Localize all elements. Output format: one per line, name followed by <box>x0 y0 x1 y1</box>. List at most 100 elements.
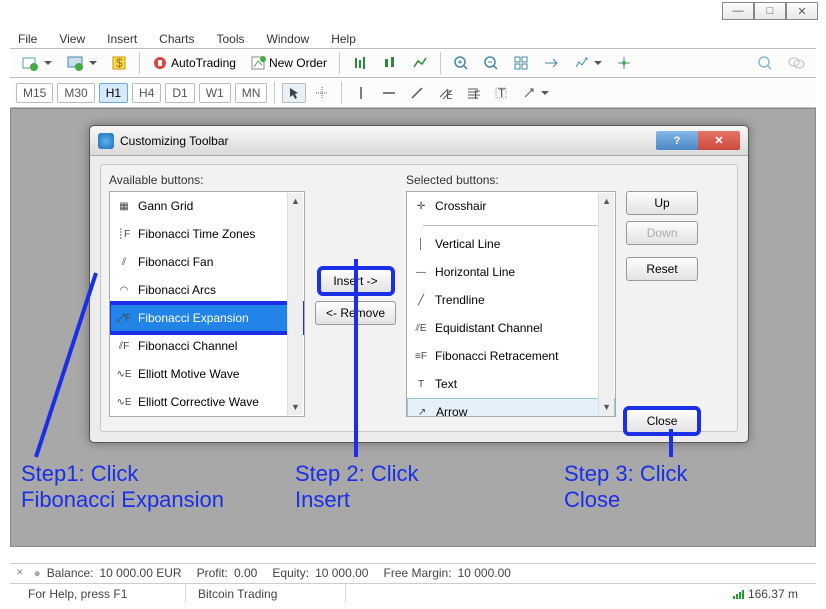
elliott-corrective-icon: ∿E <box>116 394 132 410</box>
arrow-tool-icon[interactable] <box>517 83 554 103</box>
svg-text:E: E <box>446 88 452 100</box>
period-m30[interactable]: M30 <box>57 83 94 103</box>
search-icon[interactable] <box>752 52 778 74</box>
trendline-icon[interactable] <box>405 83 429 103</box>
status-account: Bitcoin Trading <box>186 584 346 603</box>
insert-button[interactable]: Insert -> <box>320 269 392 293</box>
equidistant-icon[interactable]: E <box>433 83 457 103</box>
profiles-icon[interactable] <box>61 51 102 75</box>
list-separator <box>407 220 615 230</box>
terminal-close-icon[interactable]: ✕ <box>16 567 24 578</box>
fibo-channel-icon: ⫽F <box>116 338 132 354</box>
annotation-step3: Step 3: Click Close <box>564 461 688 514</box>
dialog-help-button[interactable]: ? <box>656 131 698 150</box>
scroll-up-icon[interactable]: ▲ <box>288 193 303 209</box>
menu-bar: File View Insert Charts Tools Window Hel… <box>10 28 816 50</box>
signal-icon <box>733 589 744 599</box>
new-order-button[interactable]: New Order <box>245 52 332 74</box>
status-connection: 166.37 m <box>721 584 810 603</box>
fibo-expansion-icon: ⤢F <box>116 310 132 326</box>
fibo-fan-icon: ⫽ <box>116 254 132 270</box>
fibo-timezones-icon: ┊F <box>116 226 132 242</box>
line-chart-icon[interactable] <box>407 52 433 74</box>
period-d1[interactable]: D1 <box>165 83 194 103</box>
elliott-motive-icon: ∿E <box>116 366 132 382</box>
hline-icon: — <box>413 264 429 280</box>
up-button[interactable]: Up <box>626 191 698 215</box>
text-icon[interactable]: T <box>489 83 513 103</box>
status-help: For Help, press F1 <box>16 584 186 603</box>
svg-text:T: T <box>498 86 506 100</box>
dialog-titlebar[interactable]: Customizing Toolbar ? ✕ <box>90 126 748 156</box>
fibo-icon[interactable]: F <box>461 83 485 103</box>
scroll-down-icon[interactable]: ▼ <box>599 399 614 415</box>
annotation-step1: Step1: Click Fibonacci Expansion <box>21 461 224 514</box>
list-item: ✛Crosshair <box>407 192 615 220</box>
balance-label: Balance: <box>47 566 94 580</box>
profit-value: 0.00 <box>234 566 257 580</box>
close-window-button[interactable]: ✕ <box>786 2 818 20</box>
balance-value: 10 000.00 EUR <box>100 566 182 580</box>
svg-text:$: $ <box>116 56 123 70</box>
crosshair-icon: ✛ <box>413 198 429 214</box>
equity-value: 10 000.00 <box>315 566 368 580</box>
menu-window[interactable]: Window <box>267 32 310 46</box>
gann-grid-icon: ▦ <box>116 198 132 214</box>
indicators-icon[interactable] <box>611 52 637 74</box>
menu-charts[interactable]: Charts <box>159 32 194 46</box>
remove-button[interactable]: <- Remove <box>315 301 396 325</box>
margin-value: 10 000.00 <box>458 566 511 580</box>
margin-label: Free Margin: <box>384 566 452 580</box>
text-icon: T <box>413 376 429 392</box>
shift-icon[interactable] <box>538 52 564 74</box>
period-m15[interactable]: M15 <box>16 83 53 103</box>
available-label: Available buttons: <box>109 173 305 187</box>
dialog-icon <box>98 133 114 149</box>
chart-canvas: Customizing Toolbar ? ✕ Available button… <box>10 108 816 547</box>
period-h4[interactable]: H4 <box>132 83 161 103</box>
auto-trading-label: AutoTrading <box>171 56 236 70</box>
reset-button[interactable]: Reset <box>626 257 698 281</box>
scroll-up-icon[interactable]: ▲ <box>599 193 614 209</box>
bar-chart-icon[interactable] <box>347 52 373 74</box>
cursor-icon[interactable] <box>282 83 306 103</box>
close-button[interactable]: Close <box>626 409 698 433</box>
list-item: ┊FFibonacci Time Zones <box>110 220 304 248</box>
menu-file[interactable]: File <box>18 32 37 46</box>
tile-icon[interactable] <box>508 52 534 74</box>
equity-label: Equity: <box>272 566 309 580</box>
scrollbar[interactable]: ▲▼ <box>287 193 303 415</box>
market-watch-icon[interactable]: $ <box>106 52 132 74</box>
autoscroll-icon[interactable] <box>568 52 607 74</box>
available-listbox[interactable]: ▦Gann Grid ┊FFibonacci Time Zones ⫽Fibon… <box>109 191 305 417</box>
candle-chart-icon[interactable] <box>377 52 403 74</box>
period-h1[interactable]: H1 <box>99 83 128 103</box>
menu-view[interactable]: View <box>59 32 85 46</box>
zoom-in-icon[interactable] <box>448 52 474 74</box>
menu-help[interactable]: Help <box>331 32 356 46</box>
list-item-fibonacci-expansion[interactable]: ⤢FFibonacci Expansion <box>110 304 304 332</box>
selected-listbox[interactable]: ✛Crosshair │Vertical Line —Horizontal Li… <box>406 191 616 417</box>
menu-tools[interactable]: Tools <box>217 32 245 46</box>
horizontal-line-icon[interactable] <box>377 83 401 103</box>
chat-icon[interactable] <box>782 52 810 74</box>
new-chart-icon[interactable] <box>16 51 57 75</box>
list-item: │Vertical Line <box>407 230 615 258</box>
dialog-close-x-button[interactable]: ✕ <box>698 131 740 150</box>
list-item: ◠Fibonacci Arcs <box>110 276 304 304</box>
vertical-line-icon[interactable] <box>349 83 373 103</box>
minimize-button[interactable]: — <box>722 2 754 20</box>
scrollbar[interactable]: ▲▼ <box>598 193 614 415</box>
terminal-status-bar: ✕ ● Balance: 10 000.00 EUR Profit: 0.00 … <box>10 563 816 581</box>
maximize-button[interactable]: □ <box>754 2 786 20</box>
scroll-down-icon[interactable]: ▼ <box>288 399 303 415</box>
crosshair-icon[interactable] <box>310 83 334 103</box>
list-item: ⫽EEquidistant Channel <box>407 314 615 342</box>
auto-trading-button[interactable]: AutoTrading <box>147 52 241 74</box>
period-mn[interactable]: MN <box>235 83 268 103</box>
menu-insert[interactable]: Insert <box>107 32 137 46</box>
down-button[interactable]: Down <box>626 221 698 245</box>
period-w1[interactable]: W1 <box>199 83 231 103</box>
vline-icon: │ <box>413 236 429 252</box>
zoom-out-icon[interactable] <box>478 52 504 74</box>
